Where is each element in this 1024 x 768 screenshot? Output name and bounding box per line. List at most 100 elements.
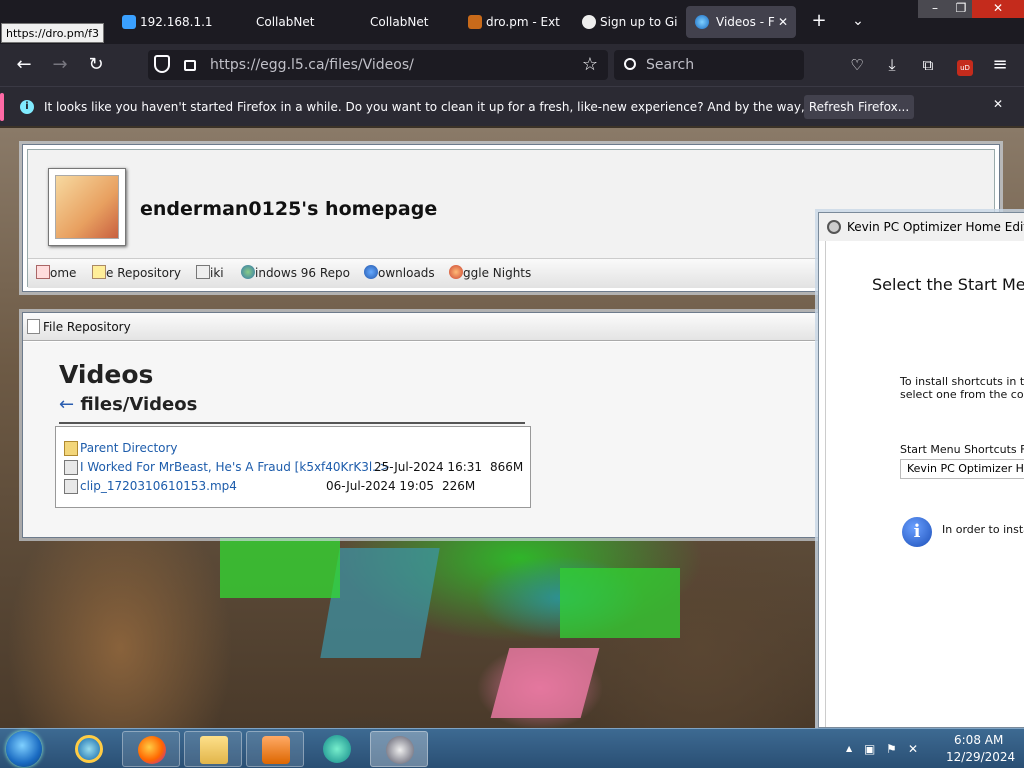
tab-label: Videos - F [716,15,775,29]
breadcrumb: ← files/Videos [59,394,197,415]
windows-globe-icon [241,265,255,279]
menu-icon[interactable]: ≡ [987,53,1013,77]
tab-collabnet-2[interactable]: CollabNet [348,6,454,38]
search-input[interactable]: Search [614,50,804,80]
window-title: File Repository [43,320,131,334]
shield-icon[interactable] [154,55,170,73]
gear-icon [827,220,841,234]
gear-icon [386,736,414,764]
network-icon[interactable]: ▣ [864,742,875,756]
tab-dropm[interactable]: dro.pm - Ext [464,6,570,38]
folder-label: Start Menu Shortcuts Fo [900,443,1024,456]
avatar [48,168,126,246]
flag-icon[interactable]: ⚑ [886,742,897,756]
taskbar-firefox[interactable] [122,731,180,767]
window-titlebar: File Repository [23,313,821,341]
close-window-button[interactable]: ✕ [972,0,1024,18]
folder-icon [92,265,106,279]
new-tab-button[interactable]: + [806,9,832,33]
egg-icon [449,265,463,279]
browser-tab-bar: 192.168.1.1 CollabNet CollabNet dro.pm -… [0,0,1024,44]
installer-body: Select the Start Men To install shortcut… [825,241,1024,727]
tab-github[interactable]: Sign up to Gi [578,6,678,38]
file-size: 226M [442,479,476,493]
show-hidden-icons-arrow[interactable]: ▲ [846,744,852,753]
link-tooltip: https://dro.pm/f3 [1,23,105,43]
nav-downloads[interactable]: ownloads [364,265,435,280]
installer-title: Kevin PC Optimizer Home Edition [847,220,1024,234]
file-list: Parent Directory I Worked For MrBeast, H… [55,426,531,508]
taskbar: ▲ ▣ ⚑ ✕ 6:08 AM 12/29/2024 [0,728,1024,768]
globe-icon [695,15,709,29]
navigation-toolbar: ← → ↻ https://egg.l5.ca/files/Videos/ ☆ … [0,44,1024,86]
volume-muted-icon[interactable]: ✕ [908,742,918,756]
extensions-icon[interactable]: ⧉ [915,53,941,77]
address-bar[interactable]: https://egg.l5.ca/files/Videos/ ☆ [148,50,608,80]
reload-button[interactable]: ↻ [83,53,109,77]
ublock-icon[interactable]: uD [952,53,978,77]
installer-heading: Select the Start Men [872,275,1024,294]
info-icon: i [20,100,34,114]
media-player-icon [262,736,290,764]
close-notification-icon[interactable]: ✕ [993,97,1003,111]
messenger-icon [323,735,351,763]
list-tabs-button[interactable]: ⌄ [845,9,871,33]
nav-home[interactable]: ome [36,265,76,280]
nav-wiki[interactable]: iki [196,265,224,280]
list-item: I Worked For MrBeast, He's A Fraud [k5xf… [64,458,524,477]
clock-time[interactable]: 6:08 AM [954,733,1003,747]
tab-collabnet-1[interactable]: CollabNet [234,6,340,38]
file-link[interactable]: I Worked For MrBeast, He's A Fraud [k5xf… [80,458,390,477]
tab-label: CollabNet [256,15,315,29]
lock-icon[interactable] [184,60,196,71]
description-line: select one from the comb [900,388,1024,401]
file-link[interactable]: clip_1720310610153.mp4 [80,477,237,496]
notification-bar: i It looks like you haven't started Fire… [0,86,1024,126]
installer-description: To install shortcuts in th select one fr… [900,375,1024,401]
taskbar-internet-explorer[interactable] [60,731,118,767]
nav-label: ggle Nights [463,266,532,280]
path-text: files/Videos [80,394,198,415]
nav-label: indows 96 Repo [255,266,351,280]
video-file-icon [64,479,78,494]
folder-icon [200,736,228,764]
download-icon[interactable]: ⤓ [879,53,905,77]
back-button[interactable]: ← [11,53,37,77]
nav-file-repository[interactable]: e Repository [92,265,181,280]
file-date: 25-Jul-2024 16:31 [374,460,483,474]
taskbar-optimizer[interactable] [370,731,428,767]
github-icon [582,15,596,29]
internet-explorer-icon [75,735,103,763]
close-tab-icon[interactable]: ✕ [778,6,788,38]
nav-eggle-nights[interactable]: ggle Nights [449,265,531,280]
ublock-label: uD [957,60,973,76]
book-icon [196,265,210,279]
tab-router[interactable]: 192.168.1.1 [118,6,228,38]
dropm-icon [468,15,482,29]
folder-up-icon [64,441,78,456]
house-icon [36,265,50,279]
pocket-icon[interactable]: ♡ [844,53,870,77]
site-title: enderman0125's homepage [140,198,438,220]
file-date: 06-Jul-2024 19:05 [326,479,435,493]
taskbar-explorer[interactable] [184,731,242,767]
taskbar-media-player[interactable] [246,731,304,767]
notification-accent [0,93,4,121]
back-arrow-link[interactable]: ← [59,394,74,415]
taskbar-messenger[interactable] [308,731,366,767]
firefox-icon [138,736,166,764]
url-text[interactable]: https://egg.l5.ca/files/Videos/ [210,50,414,80]
start-button[interactable] [6,731,42,767]
bookmark-star-icon[interactable]: ☆ [582,50,598,80]
tab-label: Sign up to Gi [600,15,678,29]
tab-videos[interactable]: Videos - F ✕ [686,6,796,38]
forward-button[interactable]: → [47,53,73,77]
refresh-firefox-button[interactable]: Refresh Firefox... [804,95,914,119]
info-icon: i [902,517,932,547]
clock-date[interactable]: 12/29/2024 [946,750,1015,764]
directory-listing: Videos ← files/Videos Parent Directory I… [23,342,821,537]
nav-windows96-repo[interactable]: indows 96 Repo [241,265,350,280]
parent-directory-link[interactable]: Parent Directory [80,439,178,458]
file-repository-window: File Repository Videos ← files/Videos Pa… [22,312,822,538]
start-menu-folder-combobox[interactable]: Kevin PC Optimizer Hom [900,459,1024,479]
